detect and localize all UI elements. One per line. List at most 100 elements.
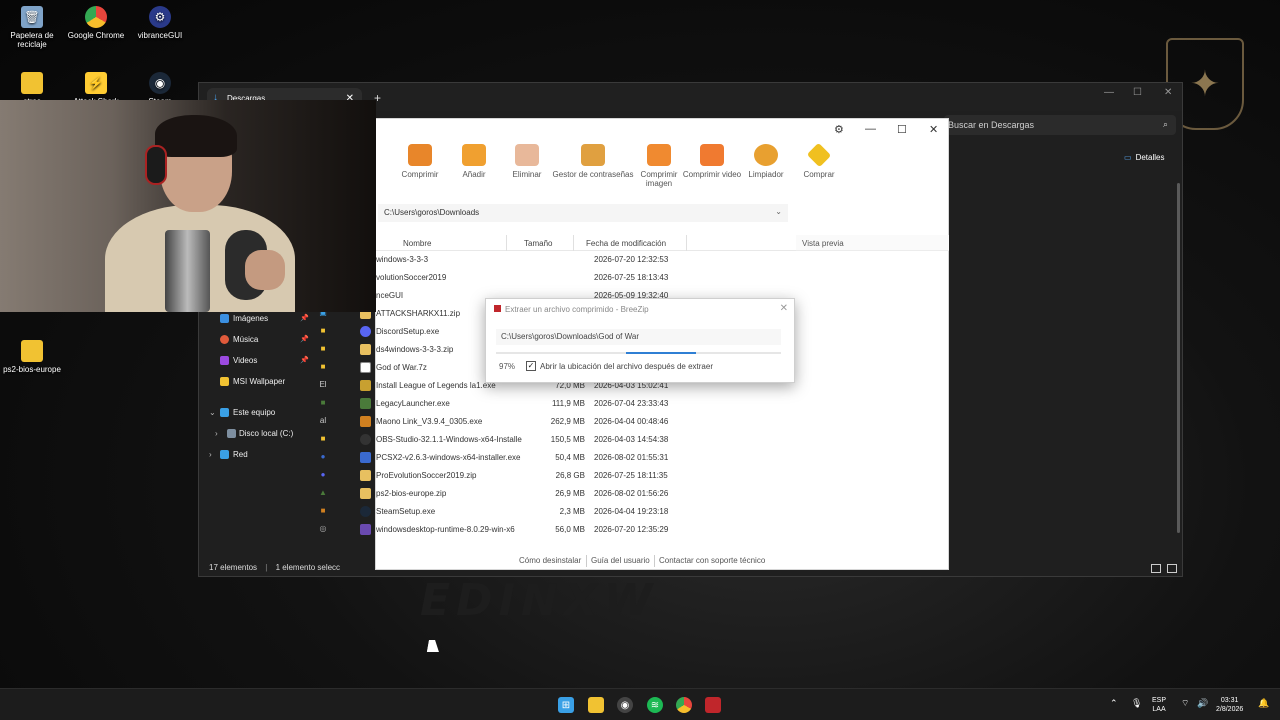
tree-item-label: Red: [233, 450, 248, 459]
file-row[interactable]: OBS-Studio-32.1.1-Windows-x64-Installe 15…: [360, 431, 813, 449]
uninstall-link[interactable]: Cómo desinstalar: [519, 556, 581, 565]
clock-date: 2/8/2026: [1216, 706, 1244, 713]
minimize-icon[interactable]: —: [1104, 87, 1114, 98]
maximize-icon[interactable]: ☐: [1133, 87, 1142, 98]
nav-item-videos[interactable]: Videos 📌: [209, 350, 309, 371]
strip-icon: ■: [320, 362, 326, 371]
close-window-icon[interactable]: ✕: [929, 123, 938, 136]
column-name[interactable]: Nombre: [403, 239, 431, 248]
clock[interactable]: 03:31 2/8/2026: [1216, 696, 1243, 714]
file-row[interactable]: SteamSetup.exe 2,3 MB 2026-04-04 19:23:18: [360, 503, 813, 521]
installer-icon: [360, 524, 371, 535]
address-path: C:\Users\goros\Downloads: [384, 208, 480, 217]
details-button[interactable]: ▭ Detalles: [1124, 153, 1164, 162]
file-date: 2026-07-20 12:35:29: [594, 525, 669, 534]
column-size[interactable]: Tamaño: [524, 239, 552, 248]
spotify-icon[interactable]: ≋: [647, 697, 663, 713]
toolbar-gestor-contrasenas-button[interactable]: Gestor de contraseñas: [550, 144, 636, 179]
wifi-icon[interactable]: ⌔: [1181, 699, 1189, 708]
compress-video-icon: [700, 144, 724, 166]
scrollbar[interactable]: [1177, 183, 1180, 533]
clock-time: 03:31: [1220, 697, 1239, 704]
language-indicator[interactable]: ESP LAA: [1152, 696, 1166, 714]
user-guide-link[interactable]: Guía del usuario: [591, 556, 650, 565]
toolbar-comprimir-button[interactable]: Comprimir: [389, 144, 451, 179]
strip-icon: ●: [320, 452, 326, 461]
file-row[interactable]: Maono Link_V3.9.4_0305.exe 262,9 MB 2026-0…: [360, 413, 813, 431]
column-date[interactable]: Fecha de modificación: [586, 239, 666, 248]
file-row[interactable]: windows-3-3-3 2026-07-20 12:32:53: [376, 251, 813, 269]
desktop-icon-recycle-bin[interactable]: 🗑 Papelera de reciclaje: [0, 6, 67, 49]
breezip-icon[interactable]: [705, 697, 721, 713]
strip-label: El: [319, 380, 327, 389]
chrome-icon[interactable]: [676, 697, 692, 713]
nav-item-msi-wallpaper[interactable]: MSI Wallpaper: [209, 371, 309, 392]
volume-icon[interactable]: 🔊: [1197, 699, 1208, 708]
open-location-checkbox[interactable]: ✓: [526, 361, 536, 371]
toolbar-comprar-button[interactable]: Comprar: [788, 142, 850, 179]
file-row[interactable]: ProEvolutionSoccer2019.zip 26,8 GB 2026-07…: [360, 467, 813, 485]
extract-progress-dialog: Extraer un archivo comprimido - BreeZip …: [485, 298, 795, 383]
nav-item-musica[interactable]: Música 📌: [209, 329, 309, 350]
close-window-icon[interactable]: ✕: [1164, 87, 1172, 98]
steam-icon: [360, 506, 371, 517]
file-date: 2026-04-04 19:23:18: [594, 507, 669, 516]
windows-start-icon[interactable]: ⊞: [558, 697, 574, 713]
strip-icon: ●: [320, 470, 326, 479]
preview-label: Vista previa: [802, 239, 844, 248]
file-row[interactable]: LegacyLauncher.exe 111,9 MB 2026-07-04 23:…: [360, 395, 813, 413]
file-name: windows-3-3-3: [376, 255, 429, 264]
recycle-bin-icon: 🗑: [21, 6, 43, 28]
nav-item-label: Imágenes: [233, 314, 269, 323]
desktop-icon-ps2-bios-europe[interactable]: ps2-bios-europe: [0, 340, 67, 374]
file-row[interactable]: PCSX2-v2.6.3-windows-x64-installer.exe 50…: [360, 449, 813, 467]
search-input[interactable]: Buscar en Descargas ⌕: [944, 115, 1176, 135]
search-icon: ⌕: [1162, 119, 1168, 129]
minimize-icon[interactable]: —: [865, 123, 876, 135]
desktop-icon-label: Papelera de reciclaje: [10, 31, 54, 49]
discord-icon: [360, 326, 371, 337]
chevron-down-icon[interactable]: ⌄: [775, 207, 782, 216]
music-icon: [220, 335, 229, 344]
toolbar-comprimir-video-button[interactable]: Comprimir video: [681, 144, 743, 179]
progress-bar-fill: [626, 352, 696, 354]
tree-item-red[interactable]: › Red: [209, 444, 309, 465]
desktop-icon-chrome[interactable]: Google Chrome: [61, 6, 131, 40]
diamond-icon: [806, 142, 832, 168]
toolbar-eliminar-button[interactable]: Eliminar: [496, 144, 558, 179]
obs-icon[interactable]: ◉: [617, 697, 633, 713]
details-view-icon[interactable]: [1151, 564, 1161, 573]
thermos-icon: [165, 230, 210, 312]
compress-image-icon: [647, 144, 671, 166]
support-link[interactable]: Contactar con soporte técnico: [659, 556, 765, 565]
maximize-icon[interactable]: ☐: [897, 123, 907, 136]
chevron-right-icon[interactable]: ›: [209, 444, 212, 465]
vibrancegui-icon: ⚙: [149, 6, 171, 28]
address-bar[interactable]: C:\Users\goros\Downloads ⌄: [378, 204, 788, 222]
file-name: ProEvolutionSoccer2019.zip: [376, 471, 477, 480]
file-row[interactable]: windowsdesktop-runtime-8.0.29-win-x6 56,0…: [360, 521, 813, 539]
chrome-icon: [85, 6, 107, 28]
chevron-right-icon[interactable]: ›: [215, 423, 218, 444]
desktop-icon-vibrancegui[interactable]: ⚙ vibranceGUI: [125, 6, 195, 40]
notification-icon[interactable]: 🔔: [1258, 699, 1269, 708]
file-row[interactable]: ps2-bios-europe.zip 26,9 MB 2026-08-02 01:…: [360, 485, 813, 503]
chevron-up-icon[interactable]: ⌃: [1110, 699, 1118, 708]
strip-icon: ■: [320, 326, 326, 335]
close-icon[interactable]: ✕: [780, 303, 788, 314]
footer-divider: [586, 555, 587, 567]
file-row[interactable]: volutionSoccer2019 2026-07-25 18:13:43: [376, 269, 813, 287]
tree-item-este-equipo[interactable]: ⌄ Este equipo: [209, 402, 309, 423]
chevron-down-icon[interactable]: ⌄: [209, 402, 216, 423]
status-bar: 17 elementos | 1 elemento selecc: [209, 563, 341, 572]
microphone-tray-icon[interactable]: 🎙: [1131, 699, 1142, 708]
tree-item-disco-local[interactable]: › Disco local (C:): [209, 423, 309, 444]
tiles-view-icon[interactable]: [1167, 564, 1177, 573]
settings-gear-icon[interactable]: ⚙: [834, 123, 844, 136]
desktop-icon-label: Google Chrome: [67, 31, 125, 40]
file-explorer-icon[interactable]: [588, 697, 604, 713]
pin-icon: 📌: [300, 336, 309, 343]
nav-item-label: Música: [233, 335, 259, 344]
progress-percent: 97%: [499, 362, 516, 371]
folder-icon: [21, 72, 43, 94]
